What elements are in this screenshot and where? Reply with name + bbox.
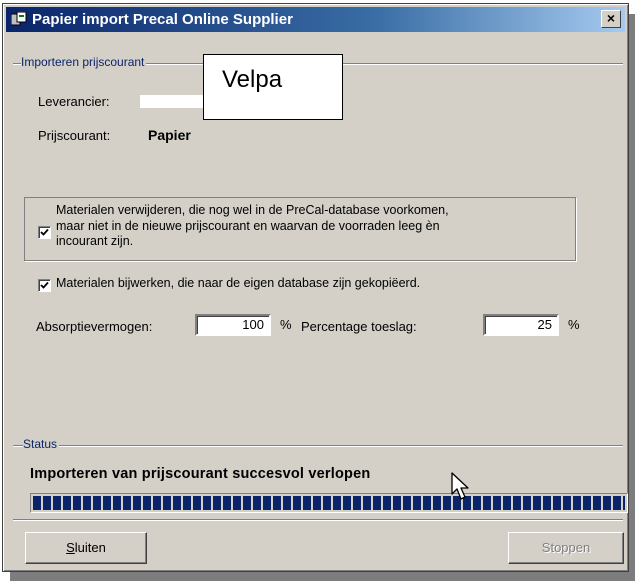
import-group-label: Importeren prijscourant (21, 55, 147, 69)
surcharge-unit: % (568, 317, 580, 332)
close-button[interactable]: Sluiten (25, 532, 147, 564)
app-icon (11, 12, 27, 26)
pricelist-label: Prijscourant: (38, 128, 111, 143)
status-group-label: Status (23, 437, 60, 451)
remove-materials-line-3: incourant zijn. (56, 234, 134, 248)
update-materials-label[interactable]: Materialen bijwerken, die naar de eigen … (56, 276, 420, 290)
absorption-label: Absorptievermogen: (36, 319, 153, 334)
status-group-border (13, 445, 623, 447)
stop-button[interactable]: Stoppen (508, 532, 624, 564)
supplier-callout: Velpa (203, 54, 343, 120)
title-bar[interactable]: Papier import Precal Online Supplier × (6, 7, 625, 32)
surcharge-label: Percentage toeslag: (301, 319, 417, 334)
absorption-unit: % (280, 317, 292, 332)
close-button-label: luiten (74, 540, 106, 555)
check-icon (40, 228, 49, 236)
progress-fill (33, 496, 625, 510)
remove-materials-label[interactable]: Materialen verwijderen, die nog wel in d… (56, 203, 449, 250)
surcharge-input[interactable]: 25 (483, 314, 559, 336)
supplier-callout-text: Velpa (222, 66, 283, 93)
supplier-label: Leverancier: (38, 94, 110, 109)
button-separator (13, 519, 623, 521)
progress-bar (30, 493, 628, 513)
close-icon[interactable]: × (601, 10, 621, 28)
close-button-accelerator: S (66, 540, 75, 555)
remove-materials-checkbox[interactable] (38, 226, 51, 239)
pricelist-value: Papier (148, 127, 191, 143)
window-title: Papier import Precal Online Supplier (32, 11, 293, 28)
absorption-input[interactable]: 100 (195, 314, 271, 336)
update-materials-checkbox[interactable] (38, 279, 51, 292)
mouse-pointer-icon (451, 472, 469, 500)
remove-materials-line-2: maar niet in de nieuwe prijscourant en w… (56, 218, 440, 233)
check-icon (40, 281, 49, 289)
status-message: Importeren van prijscourant succesvol ve… (30, 466, 371, 482)
remove-materials-line-1: Materialen verwijderen, die nog wel in d… (56, 203, 449, 217)
